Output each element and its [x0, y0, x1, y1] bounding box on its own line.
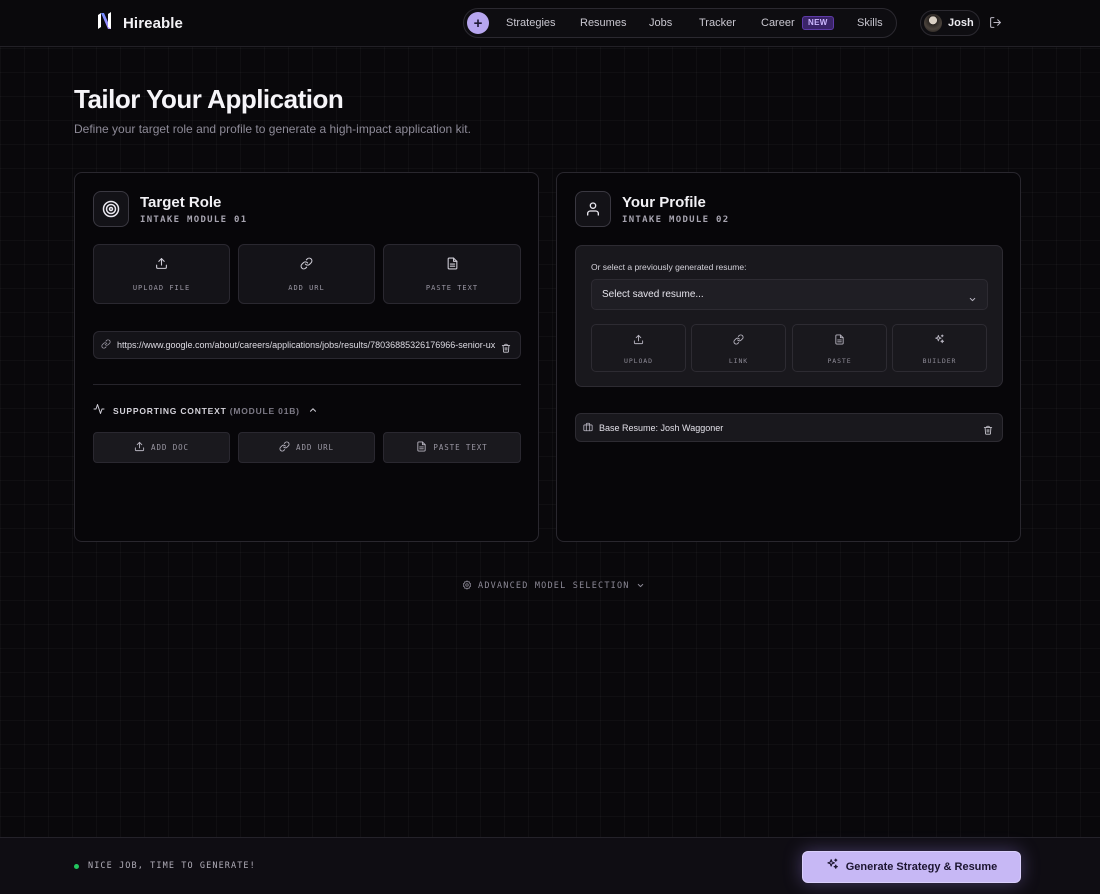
status-indicator — [74, 864, 79, 869]
logout-icon[interactable] — [989, 16, 1002, 34]
upload-icon — [134, 439, 145, 457]
link-resume-button[interactable]: LINK — [691, 324, 786, 372]
builder-label: BUILDER — [922, 356, 957, 365]
add-url-button[interactable]: ADD URL — [238, 244, 375, 304]
link-icon — [300, 257, 313, 275]
card-module-label: INTAKE MODULE 02 — [622, 215, 730, 225]
your-profile-card: Your Profile INTAKE MODULE 02 Or select … — [556, 172, 1021, 542]
add-context-url-button[interactable]: ADD URL — [238, 432, 375, 463]
card-title: Target Role — [140, 194, 222, 211]
upload-resume-label: UPLOAD — [624, 356, 653, 365]
briefcase-icon — [583, 419, 593, 437]
supporting-context-label: SUPPORTING CONTEXT (MODULE 01B) — [113, 406, 300, 416]
status-text: NICE JOB, TIME TO GENERATE! — [88, 861, 256, 871]
avatar — [924, 14, 942, 32]
user-name: Josh — [948, 17, 974, 29]
new-badge: NEW — [802, 16, 834, 30]
advanced-model-selection-label: ADVANCED MODEL SELECTION — [478, 581, 630, 591]
saved-resume-select-value: Select saved resume... — [602, 289, 704, 300]
nav-item-career[interactable]: Career — [761, 17, 795, 29]
saved-resume-hint: Or select a previously generated resume: — [591, 262, 747, 272]
builder-button[interactable]: BUILDER — [892, 324, 987, 372]
target-role-card: Target Role INTAKE MODULE 01 UPLOAD FILE… — [74, 172, 539, 542]
add-doc-button[interactable]: ADD DOC — [93, 432, 230, 463]
link-resume-label: LINK — [728, 356, 749, 365]
upload-icon — [155, 257, 168, 275]
add-url-label: ADD URL — [288, 283, 325, 292]
top-nav-bar: Hireable + Strategies Resumes Jobs Track… — [0, 0, 1100, 47]
nav-item-jobs[interactable]: Jobs — [649, 17, 672, 29]
add-context-url-label: ADD URL — [296, 443, 334, 452]
advanced-model-selection-toggle[interactable]: ADVANCED MODEL SELECTION — [462, 577, 645, 595]
sparkles-icon — [934, 332, 945, 350]
user-icon — [575, 191, 611, 227]
paste-text-label: PASTE TEXT — [425, 283, 479, 292]
card-title: Your Profile — [622, 194, 706, 211]
upload-file-button[interactable]: UPLOAD FILE — [93, 244, 230, 304]
nav-item-skills[interactable]: Skills — [857, 17, 883, 29]
job-url-value: https://www.google.com/about/careers/app… — [117, 340, 496, 350]
link-icon — [733, 332, 744, 350]
generate-button-label: Generate Strategy & Resume — [845, 861, 998, 873]
chevron-down-icon — [636, 577, 645, 595]
paste-text-button[interactable]: PASTE TEXT — [383, 244, 521, 304]
hireable-logo-icon — [96, 12, 113, 35]
paste-resume-button[interactable]: PASTE — [792, 324, 887, 372]
upload-file-label: UPLOAD FILE — [132, 283, 191, 292]
nav-item-tracker[interactable]: Tracker — [699, 17, 736, 29]
document-icon — [834, 332, 845, 350]
paste-context-text-label: PASTE TEXT — [433, 443, 488, 452]
sparkles-icon — [826, 858, 839, 876]
paste-context-text-button[interactable]: PASTE TEXT — [383, 432, 521, 463]
settings-icon — [462, 577, 472, 595]
document-icon — [416, 439, 427, 457]
saved-resume-select[interactable]: Select saved resume... — [591, 279, 988, 310]
chevron-up-icon — [308, 402, 318, 420]
trash-icon[interactable] — [501, 340, 511, 358]
user-menu[interactable]: Josh — [920, 10, 980, 36]
document-icon — [446, 257, 459, 275]
page-subtitle: Define your target role and profile to g… — [74, 122, 471, 136]
upload-icon — [633, 332, 644, 350]
footer-bar: NICE JOB, TIME TO GENERATE! Generate Str… — [0, 837, 1100, 894]
plus-icon[interactable]: + — [467, 12, 489, 34]
main-nav: + Strategies Resumes Jobs Tracker Career… — [463, 8, 897, 38]
upload-resume-button[interactable]: UPLOAD — [591, 324, 686, 372]
target-icon — [93, 191, 129, 227]
link-icon — [101, 336, 111, 354]
page-title: Tailor Your Application — [74, 84, 344, 114]
card-module-label: INTAKE MODULE 01 — [140, 215, 248, 225]
add-doc-label: ADD DOC — [151, 443, 189, 452]
link-icon — [279, 439, 290, 457]
trash-icon[interactable] — [983, 422, 993, 440]
nav-item-resumes[interactable]: Resumes — [580, 17, 626, 29]
activity-icon — [93, 402, 105, 420]
chevron-down-icon — [968, 291, 977, 309]
supporting-context-toggle[interactable]: SUPPORTING CONTEXT (MODULE 01B) — [93, 402, 318, 420]
base-resume-label: Base Resume: Josh Waggoner — [599, 422, 724, 433]
base-resume-item[interactable]: Base Resume: Josh Waggoner — [575, 413, 1003, 442]
app-logo[interactable]: Hireable — [96, 12, 183, 35]
supporting-context-module: (MODULE 01B) — [229, 406, 300, 416]
job-url-field[interactable]: https://www.google.com/about/careers/app… — [93, 331, 521, 359]
nav-item-strategies[interactable]: Strategies — [506, 17, 556, 29]
generate-button[interactable]: Generate Strategy & Resume — [802, 851, 1021, 883]
paste-resume-label: PASTE — [827, 356, 852, 365]
app-name: Hireable — [123, 15, 183, 32]
saved-resume-panel: Or select a previously generated resume:… — [575, 245, 1003, 387]
divider — [93, 384, 521, 385]
